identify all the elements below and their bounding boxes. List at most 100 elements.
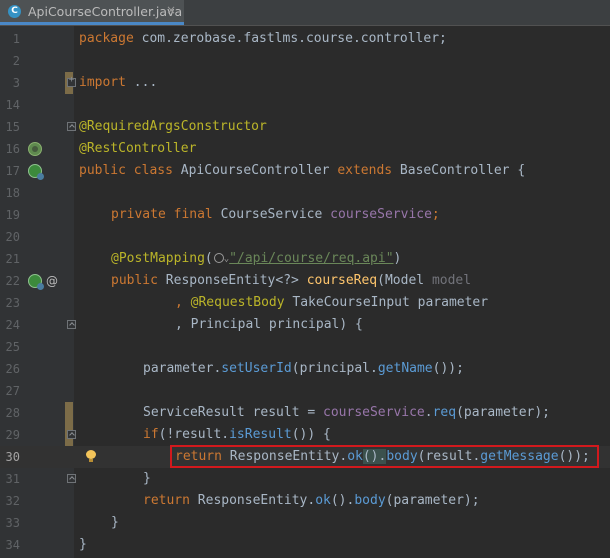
code-line: 32 return ResponseEntity.ok().body(param… [0,490,610,512]
annotation-at-icon[interactable]: @ [46,270,58,292]
method-call: body [354,493,386,508]
parameter-name: principal [268,317,340,332]
code-text: public class ApiCourseController extends… [79,160,525,182]
line-number: 2 [12,54,20,68]
keyword: return [143,493,190,508]
fold-minus-icon[interactable] [67,430,76,439]
code-line: 23 , @RequestBody TakeCourseInput parame… [0,292,610,314]
keyword: public [79,163,126,178]
close-icon[interactable]: × [166,3,176,17]
code-fragment: ()); [432,361,464,376]
code-fragment: ()) { [291,427,331,442]
chevron-down-icon[interactable]: ⌄ [224,248,229,270]
globe-icon[interactable] [213,253,224,263]
keyword: final [173,207,213,222]
type-name: ResponseEntity<?> [157,273,307,288]
method-call: isResult [229,427,292,442]
line-number: 3 [12,76,20,90]
parameter-name: model [431,273,472,288]
line-number: 1 [12,32,20,46]
code-text: private final CourseService courseServic… [111,204,440,226]
line-number: 34 [5,538,20,552]
code-fragment: , [175,295,191,310]
code-fragment: ServiceResult result = [143,405,324,420]
code-line: 19 private final CourseService courseSer… [0,204,610,226]
code-line: 15 @RequiredArgsConstructor [0,116,610,138]
code-line: 28 ServiceResult result = courseService.… [0,402,610,424]
code-fragment: ResponseEntity. [189,493,316,508]
field-name: courseService [330,207,432,222]
variable: principal [299,361,371,376]
web-endpoint-icon[interactable] [28,274,44,290]
line-number: 21 [5,252,20,266]
code-line: 22 @ public ResponseEntity<?> courseReq(… [0,270,610,292]
line-number: 31 [5,472,20,486]
line-number: 28 [5,406,20,420]
code-line: 34 } [0,534,610,556]
line-number: 23 [5,296,20,310]
code-text: } [143,468,151,490]
code-fragment: } [143,471,151,486]
code-text: public ResponseEntity<?> courseReq(Model… [111,270,471,292]
line-number: 25 [5,340,20,354]
code-text: , @RequestBody TakeCourseInput parameter [175,292,488,314]
method-call: ok [315,493,331,508]
code-editor[interactable]: 1 package com.zerobase.fastlms.course.co… [0,28,610,558]
fold-plus-icon[interactable] [67,75,76,87]
code-fragment: } [111,515,119,530]
code-line: 16 @RestController [0,138,610,160]
code-line: 20 [0,226,610,248]
class-name: ApiCourseController [172,163,338,178]
fold-minus-icon[interactable] [67,320,76,329]
line-number: 30 [5,450,20,464]
code-text: @RestController [79,138,196,160]
keyword: if [143,427,159,442]
code-text: ServiceResult result = courseService.req… [143,402,550,424]
code-line: 2 [0,50,610,72]
code-line: 33 } [0,512,610,534]
annotation: @RequestBody [190,295,285,310]
code-fragment: ( [456,405,464,420]
line-number: 24 [5,318,20,332]
code-text: return ResponseEntity.ok().body(paramete… [143,490,480,512]
line-number: 18 [5,186,20,200]
code-line: 29 if(!result.isResult()) { [0,424,610,446]
code-text: @RequiredArgsConstructor [79,116,267,138]
code-line: 26 parameter.setUserId(principal.getName… [0,358,610,380]
lightbulb-icon[interactable] [86,450,96,462]
code-line: 27 [0,380,610,402]
fold-minus-icon[interactable] [67,474,76,483]
spring-bean-icon[interactable] [28,142,42,156]
line-number: 20 [5,230,20,244]
folded-imports[interactable]: ... [126,75,158,90]
line-number: 22 [5,274,20,288]
tab-apicoursecontroller[interactable]: C ApiCourseController.java × [0,0,184,25]
field-name: courseService [323,405,425,420]
fold-minus-icon[interactable] [67,122,76,131]
code-text: import ... [79,72,157,94]
keyword: public [111,273,158,288]
string-literal[interactable]: "/api/course/req.api" [229,251,393,266]
code-fragment: ( [204,251,213,266]
java-class-icon: C [8,5,21,18]
code-line: 21 @PostMapping(⌄"/api/course/req.api") [0,248,610,270]
line-number: 27 [5,384,20,398]
code-fragment: (Model [377,273,432,288]
web-endpoint-icon[interactable] [28,164,44,180]
code-text: if(!result.isResult()) { [143,424,331,446]
code-fragment: ; [431,207,440,222]
highlight-box [170,445,599,468]
code-line: 17 public class ApiCourseController exte… [0,160,610,182]
code-fragment: ); [534,405,551,420]
annotation: @PostMapping [111,251,205,266]
line-number: 32 [5,494,20,508]
line-number: 19 [5,208,20,222]
code-text: } [79,534,87,556]
keyword: import [79,75,126,90]
method-call: setUserId [221,361,292,376]
line-number: 33 [5,516,20,530]
line-number: 29 [5,428,20,442]
code-fragment: , Principal [175,317,269,332]
method-call: getName [377,361,433,376]
editor-tab-bar: C ApiCourseController.java × [0,0,610,26]
